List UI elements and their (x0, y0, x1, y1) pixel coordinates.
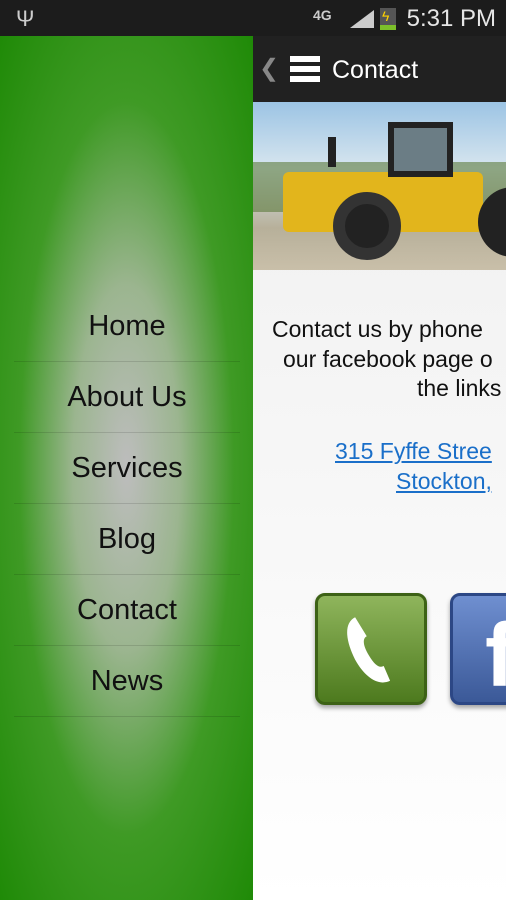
battery-charging-icon: ϟ (380, 8, 396, 30)
back-chevron-icon[interactable]: ❮ (259, 54, 279, 83)
address-link[interactable]: 315 Fyffe Stree (335, 438, 492, 465)
address-link[interactable]: Stockton, (396, 468, 492, 495)
contact-text-line: Contact us by phone (272, 316, 483, 342)
usb-icon: Ψ (16, 6, 35, 31)
menu-icon[interactable] (290, 56, 320, 84)
status-bar: Ψ 4G ϟ 5:31 PM (0, 0, 506, 36)
drawer-menu: Home About Us Services Blog Contact News (14, 291, 240, 717)
contact-text-line: the links (417, 375, 502, 401)
action-bar: ❮ Contact (253, 36, 506, 102)
facebook-icon: f (485, 606, 506, 706)
drawer-item-blog[interactable]: Blog (14, 504, 240, 575)
drawer-item-about-us[interactable]: About Us (14, 362, 240, 433)
clock: 5:31 PM (406, 5, 496, 32)
phone-icon (347, 617, 391, 683)
hero-image-loader (253, 102, 506, 270)
drawer-item-news[interactable]: News (14, 646, 240, 717)
drawer-item-services[interactable]: Services (14, 433, 240, 504)
navigation-drawer: Home About Us Services Blog Contact News (0, 36, 253, 900)
contact-text-line: our facebook page o (283, 346, 493, 372)
facebook-button[interactable]: f (450, 593, 506, 706)
signal-icon (350, 10, 374, 28)
network-type: 4G (313, 7, 332, 23)
main-content: ❮ Contact Contact us by phone our facebo… (253, 36, 506, 900)
page-title: Contact (332, 56, 419, 84)
phone-button[interactable] (315, 593, 427, 705)
drawer-item-contact[interactable]: Contact (14, 575, 240, 646)
drawer-item-home[interactable]: Home (14, 291, 240, 362)
